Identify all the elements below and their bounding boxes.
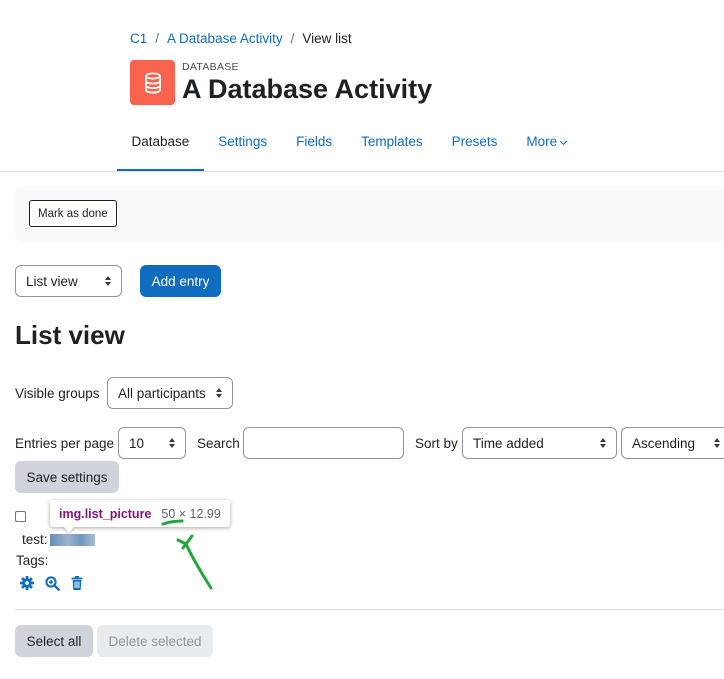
chevron-down-icon <box>560 137 568 146</box>
entry-tags-label: Tags: <box>16 553 49 568</box>
search-label: Search <box>197 436 240 451</box>
trash-icon[interactable] <box>69 575 85 591</box>
devtools-dimensions-text: 50 × 12.99 <box>161 506 221 521</box>
tab-more[interactable]: More <box>512 120 581 172</box>
tab-more-label: More <box>526 134 558 149</box>
breadcrumb-link-activity[interactable]: A Database Activity <box>167 31 283 46</box>
save-settings-button[interactable]: Save settings <box>15 461 119 493</box>
zoom-in-icon[interactable] <box>44 575 60 591</box>
tab-presets[interactable]: Presets <box>437 120 512 172</box>
view-select[interactable]: List view <box>15 265 122 297</box>
tab-fields[interactable]: Fields <box>282 120 347 172</box>
select-arrows-icon <box>714 438 720 448</box>
entries-per-page-select[interactable]: 10 <box>118 427 186 459</box>
page-title: A Database Activity <box>182 74 433 104</box>
tab-templates[interactable]: Templates <box>347 120 438 172</box>
sort-order-value: Ascending <box>632 435 696 451</box>
select-arrows-icon <box>169 438 175 448</box>
select-arrows-icon <box>600 438 606 448</box>
sort-by-value: Time added <box>473 435 544 451</box>
list-view-heading: List view <box>15 320 125 350</box>
add-entry-button[interactable]: Add entry <box>140 265 221 297</box>
breadcrumb-current: View list <box>302 31 352 46</box>
gear-icon[interactable] <box>19 575 35 591</box>
entry-field-test-label: test: <box>22 532 48 547</box>
delete-selected-button[interactable]: Delete selected <box>97 625 213 657</box>
database-icon <box>130 60 175 105</box>
devtools-selector-text: img.list_picture <box>59 506 152 521</box>
select-arrows-icon <box>105 276 111 286</box>
tab-settings[interactable]: Settings <box>204 120 282 172</box>
devtools-tooltip-tail <box>63 526 75 533</box>
annotation-arrow-icon <box>176 534 213 590</box>
breadcrumb-separator: / <box>290 31 295 46</box>
tab-divider <box>0 171 724 172</box>
entries-per-page-value: 10 <box>129 435 145 451</box>
entries-per-page-label: Entries per page <box>15 436 115 451</box>
breadcrumb: C1 / A Database Activity / View list <box>130 31 352 46</box>
sort-by-label: Sort by <box>415 436 458 451</box>
devtools-inspect-tooltip: img.list_picture 50 × 12.99 <box>50 500 230 527</box>
breadcrumb-separator: / <box>155 31 160 46</box>
module-type-label: DATABASE <box>182 61 239 73</box>
entry-select-checkbox[interactable] <box>15 511 26 522</box>
entry-actions <box>19 575 85 591</box>
visible-groups-select[interactable]: All participants <box>107 377 233 409</box>
sort-by-select[interactable]: Time added <box>462 427 617 459</box>
breadcrumb-link-course[interactable]: C1 <box>130 31 147 46</box>
activity-completion-bar <box>15 186 724 241</box>
search-input[interactable] <box>243 427 404 459</box>
sort-order-select[interactable]: Ascending <box>621 427 724 459</box>
view-select-value: List view <box>26 273 78 289</box>
visible-groups-label: Visible groups <box>15 386 100 401</box>
select-all-button[interactable]: Select all <box>15 625 93 657</box>
secondary-navigation: Database Settings Fields Templates Prese… <box>117 120 581 172</box>
list-picture-image <box>50 534 95 546</box>
mark-as-done-button[interactable]: Mark as done <box>29 200 117 227</box>
select-arrows-icon <box>216 388 222 398</box>
visible-groups-value: All participants <box>118 385 206 401</box>
tab-database[interactable]: Database <box>117 120 204 172</box>
entries-divider <box>15 609 724 610</box>
